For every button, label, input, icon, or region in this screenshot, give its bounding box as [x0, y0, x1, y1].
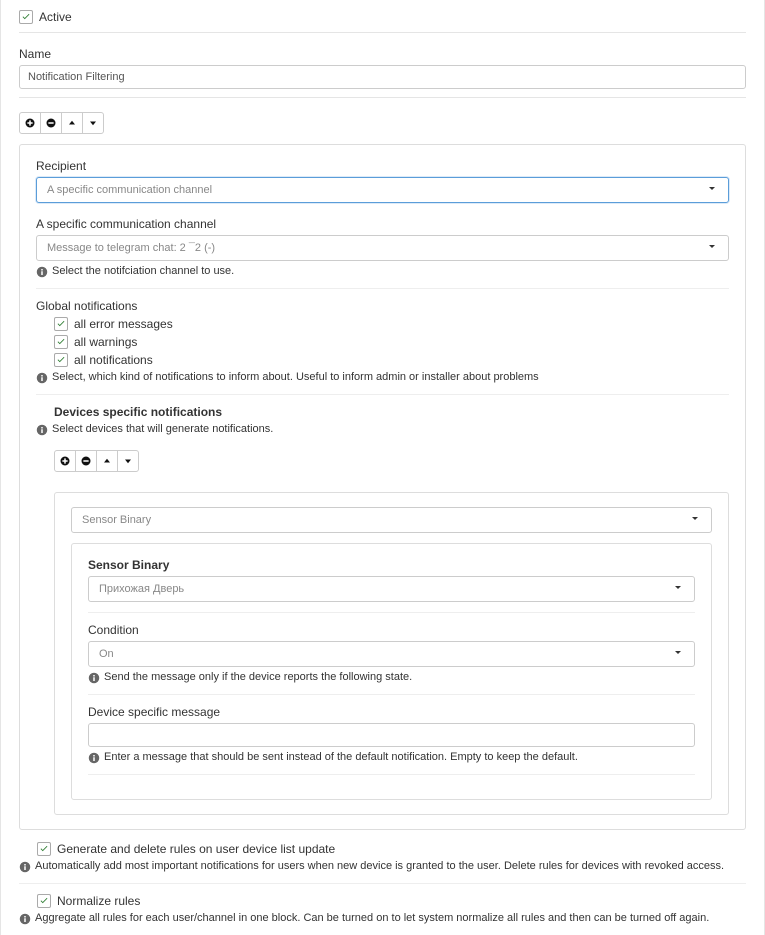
gen-rules-checkbox[interactable]: [37, 842, 51, 856]
recipient-select[interactable]: A specific communication channel: [36, 177, 729, 203]
gen-rules-row: Generate and delete rules on user device…: [19, 842, 746, 856]
device-type-select[interactable]: Sensor Binary: [71, 507, 712, 533]
global-item-row: all error messages: [54, 317, 729, 331]
condition-selected: On: [99, 648, 114, 660]
global-notifications-label: all notifications: [74, 353, 153, 367]
info-icon: [36, 266, 48, 278]
device-list-controls: [54, 450, 139, 472]
chevron-down-icon: [672, 647, 684, 662]
global-notifications-checkbox[interactable]: [54, 353, 68, 367]
remove-button[interactable]: [75, 450, 97, 472]
info-icon: [88, 672, 100, 684]
normalize-row: Normalize rules: [19, 894, 746, 908]
name-label: Name: [19, 47, 746, 61]
normalize-label: Normalize rules: [57, 894, 140, 908]
condition-help: Send the message only if the device repo…: [104, 671, 412, 683]
global-warnings-label: all warnings: [74, 335, 137, 349]
device-panel: Sensor Binary Sensor Binary Прихожая Две…: [54, 492, 729, 815]
chevron-down-icon: [689, 513, 701, 528]
device-type-selected: Sensor Binary: [82, 514, 151, 526]
sensor-panel: Sensor Binary Прихожая Дверь Condition O…: [71, 543, 712, 800]
add-button[interactable]: [19, 112, 41, 134]
divider: [36, 288, 729, 289]
global-help: Select, which kind of notifications to i…: [52, 371, 539, 383]
info-icon: [19, 913, 31, 925]
remove-button[interactable]: [40, 112, 62, 134]
channel-help: Select the notifciation channel to use.: [52, 265, 234, 277]
gen-rules-label: Generate and delete rules on user device…: [57, 842, 335, 856]
divider: [19, 883, 746, 884]
divider: [19, 97, 746, 98]
active-label: Active: [39, 10, 72, 24]
info-icon: [88, 752, 100, 764]
recipient-panel: Recipient A specific communication chann…: [19, 144, 746, 830]
channel-selected: Message to telegram chat: 2 ¯2 (-): [47, 242, 215, 254]
global-error-label: all error messages: [74, 317, 173, 331]
recipient-label: Recipient: [36, 159, 729, 173]
sensor-device-select[interactable]: Прихожая Дверь: [88, 576, 695, 602]
name-input[interactable]: [19, 65, 746, 89]
devices-label: Devices specific notifications: [54, 405, 729, 419]
global-warnings-checkbox[interactable]: [54, 335, 68, 349]
chevron-down-icon: [706, 241, 718, 256]
info-icon: [36, 424, 48, 436]
active-checkbox-row: Active: [19, 10, 746, 24]
active-checkbox[interactable]: [19, 10, 33, 24]
device-msg-label: Device specific message: [88, 705, 695, 719]
divider: [36, 394, 729, 395]
info-icon: [19, 861, 31, 873]
global-error-checkbox[interactable]: [54, 317, 68, 331]
gen-rules-help: Automatically add most important notific…: [35, 860, 724, 872]
move-down-button[interactable]: [82, 112, 104, 134]
global-item-row: all notifications: [54, 353, 729, 367]
global-label: Global notifications: [36, 299, 729, 313]
recipient-selected: A specific communication channel: [47, 184, 212, 196]
divider: [88, 612, 695, 613]
chevron-down-icon: [706, 183, 718, 198]
divider: [88, 694, 695, 695]
divider: [19, 32, 746, 33]
sensor-title: Sensor Binary: [88, 558, 695, 572]
add-button[interactable]: [54, 450, 76, 472]
move-up-button[interactable]: [96, 450, 118, 472]
normalize-help: Aggregate all rules for each user/channe…: [35, 912, 709, 924]
chevron-down-icon: [672, 582, 684, 597]
normalize-checkbox[interactable]: [37, 894, 51, 908]
condition-select[interactable]: On: [88, 641, 695, 667]
device-msg-help: Enter a message that should be sent inst…: [104, 751, 578, 763]
info-icon: [36, 372, 48, 384]
divider: [88, 774, 695, 775]
global-item-row: all warnings: [54, 335, 729, 349]
move-down-button[interactable]: [117, 450, 139, 472]
channel-select[interactable]: Message to telegram chat: 2 ¯2 (-): [36, 235, 729, 261]
condition-label: Condition: [88, 623, 695, 637]
device-msg-input[interactable]: [88, 723, 695, 747]
channel-label: A specific communication channel: [36, 217, 729, 231]
sensor-device-selected: Прихожая Дверь: [99, 583, 184, 595]
devices-help: Select devices that will generate notifi…: [52, 423, 273, 435]
list-controls: [19, 112, 104, 134]
move-up-button[interactable]: [61, 112, 83, 134]
